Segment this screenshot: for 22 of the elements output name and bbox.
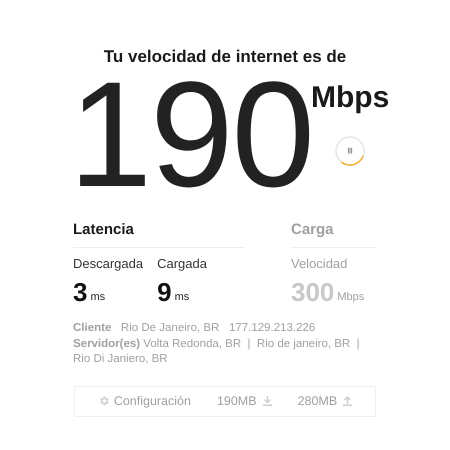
section-title: Latencia [73, 219, 245, 248]
metric-label: Cargada [157, 254, 207, 273]
metric-unit: ms [174, 290, 190, 305]
server-info: Servidor(es) Volta Redonda, BR | Rio de janeiro, BR | Rio Di Janiero, BR [73, 336, 361, 368]
metric-unit: Mbps [337, 290, 364, 305]
settings-icon [98, 395, 110, 408]
speed-unit: Mbps [310, 83, 390, 114]
settings-button[interactable]: Configuración [98, 392, 191, 411]
section-title: Carga [291, 219, 377, 248]
upload-icon [343, 396, 352, 406]
metric-label: Descargada [73, 254, 144, 273]
data-amount: 190MB [216, 392, 257, 410]
data-amount: 280MB [298, 392, 338, 410]
pause-button[interactable]: ⏸ [334, 135, 366, 168]
speed-heading: Tu velocidad de internet es de [104, 46, 346, 68]
download-icon [262, 396, 272, 406]
speed-value: 190 [68, 69, 313, 200]
metric-value: 3 [73, 279, 88, 306]
metric-label: Velocidad [291, 254, 348, 273]
metric-value: 9 [157, 279, 172, 306]
server-info: Cliente Rio De Janeiro, BR 177.129.213.226 [73, 321, 316, 336]
metric-unit: ms [90, 290, 106, 305]
